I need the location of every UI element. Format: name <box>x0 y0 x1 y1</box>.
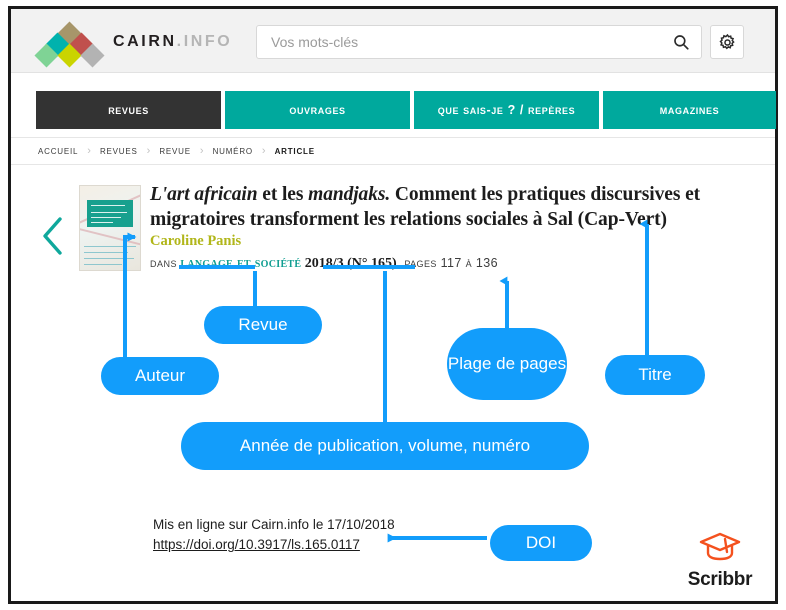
title-italic-2: mandjaks. <box>308 184 391 205</box>
tab-label: Magazines <box>659 103 720 117</box>
search-input[interactable] <box>256 25 702 59</box>
cairn-diamonds-logo[interactable] <box>34 21 105 68</box>
article-title: L'art africain et les mandjaks. Comment … <box>150 183 710 233</box>
gear-icon <box>718 33 735 49</box>
screenshot-root: CAIRN.INFO Revues Ouvrages <box>0 0 786 610</box>
online-notice: Mis en ligne sur Cairn.info le 17/10/201… <box>153 517 395 532</box>
title-roman-1: et les <box>257 184 309 205</box>
logo-word-cairn: CAIRN <box>113 33 177 50</box>
logo-word-info: .INFO <box>176 33 233 50</box>
site-logo-wordmark[interactable]: CAIRN.INFO <box>113 33 232 51</box>
doi-link[interactable]: https://doi.org/10.3917/ls.165.0117 <box>153 537 360 552</box>
article-author[interactable]: Caroline Panis <box>150 233 241 250</box>
browser-frame: CAIRN.INFO Revues Ouvrages <box>8 6 778 604</box>
settings-button[interactable] <box>710 25 744 59</box>
annotation-label-plage-de-pages[interactable]: Plage de pages <box>447 328 567 400</box>
journal-name[interactable]: Langage et société <box>180 255 301 271</box>
breadcrumb-separator-icon: › <box>146 145 151 157</box>
tab-label: Revues <box>108 103 149 117</box>
breadcrumb-item-accueil[interactable]: Accueil <box>38 145 78 157</box>
breadcrumb-separator-icon: › <box>261 145 266 157</box>
tab-magazines[interactable]: Magazines <box>603 91 776 129</box>
journal-page-range: , pages 117 à 136 <box>396 256 498 270</box>
breadcrumb-item-numero[interactable]: Numéro <box>213 145 253 157</box>
journal-issue: 2018/3 (N° 165) <box>304 256 397 271</box>
citation-dans-label: Dans <box>150 256 178 270</box>
tab-label: Que sais-je ? / Repères <box>437 103 576 117</box>
breadcrumb-item-revues[interactable]: Revues <box>100 145 138 157</box>
breadcrumb-item-article: Article <box>274 145 315 157</box>
breadcrumb-separator-icon: › <box>199 145 204 157</box>
breadcrumb-separator-icon: › <box>87 145 91 157</box>
breadcrumb-item-revue[interactable]: Revue <box>159 145 191 157</box>
search-icon[interactable] <box>672 33 690 51</box>
site-header: CAIRN.INFO <box>11 9 775 73</box>
annotation-label-revue[interactable]: Revue <box>204 306 322 344</box>
annotation-label-doi[interactable]: DOI <box>490 525 592 561</box>
main-nav-tabs: Revues Ouvrages Que sais-je ? / Repères … <box>11 73 776 137</box>
scribbr-wordmark: Scribbr <box>687 569 753 590</box>
annotation-label-annee-publication[interactable]: Année de publication, volume, numéro <box>181 422 589 470</box>
tab-que-sais-je-reperes[interactable]: Que sais-je ? / Repères <box>414 91 599 129</box>
journal-citation-line: Dans Langage et société 2018/3 (N° 165),… <box>150 255 498 272</box>
title-italic-1: L'art africain <box>150 184 258 205</box>
annotation-label-auteur[interactable]: Auteur <box>101 357 219 395</box>
publication-meta: Mis en ligne sur Cairn.info le 17/10/201… <box>153 515 395 556</box>
tab-ouvrages[interactable]: Ouvrages <box>225 91 410 129</box>
chevron-left-icon[interactable] <box>39 214 67 258</box>
search-bar <box>256 25 702 59</box>
cover-title-band <box>87 200 133 227</box>
tab-revues[interactable]: Revues <box>36 91 221 129</box>
graduation-cap-icon <box>699 532 741 561</box>
tab-label: Ouvrages <box>289 103 346 117</box>
scribbr-watermark: Scribbr <box>679 530 761 591</box>
annotation-label-titre[interactable]: Titre <box>605 355 705 395</box>
journal-cover-thumbnail[interactable] <box>79 185 141 271</box>
breadcrumb: Accueil › Revues › Revue › Numéro › Arti… <box>11 137 775 165</box>
